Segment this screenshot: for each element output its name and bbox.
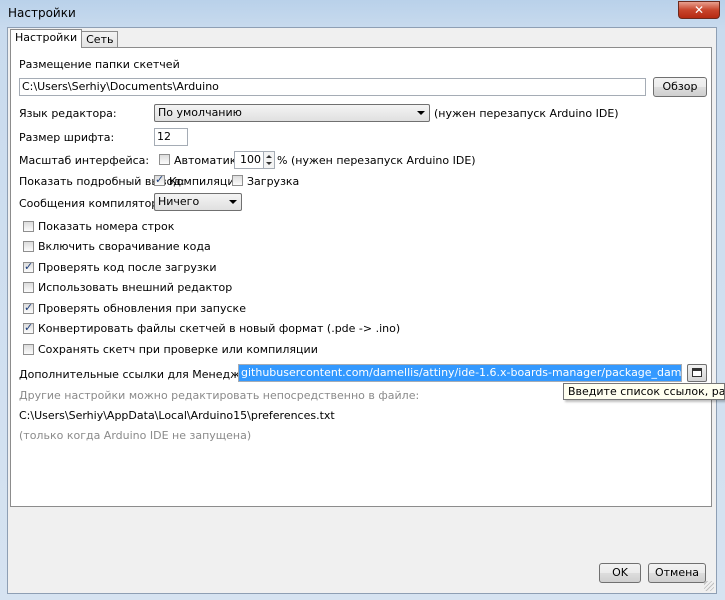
font-size-input[interactable]: 12 <box>154 128 188 146</box>
tab-settings[interactable]: Настройки <box>10 29 83 48</box>
option-label: Включить сворачивание кода <box>38 240 211 253</box>
ok-button[interactable]: OK <box>599 563 641 583</box>
option-label: Использовать внешний редактор <box>38 281 233 294</box>
compiler-warnings-label: Сообщения компилятора: <box>19 197 169 210</box>
verbose-compile-checkbox[interactable] <box>154 173 165 186</box>
auto-scale-checkbox[interactable] <box>159 154 170 165</box>
sketchbook-label: Размещение папки скетчей <box>19 58 180 71</box>
verbose-upload-checkbox[interactable] <box>232 175 243 186</box>
editor-language-value: По умолчанию <box>158 106 242 119</box>
more-settings-label: Другие настройки можно редактировать неп… <box>19 389 420 402</box>
close-button[interactable]: ✕ <box>678 1 720 19</box>
option-checkbox[interactable] <box>23 344 34 355</box>
scale-percent: % <box>277 154 288 167</box>
spinner-up-icon <box>266 155 272 158</box>
option-checkbox[interactable] <box>23 282 34 293</box>
tooltip: Введите список ссылок, разделё <box>563 383 725 400</box>
preferences-note: (только когда Arduino IDE не запущена) <box>19 429 252 442</box>
editor-language-label: Язык редактора: <box>19 107 117 120</box>
interface-scale-note: (нужен перезапуск Arduino IDE) <box>291 154 476 167</box>
window-icon <box>692 368 702 377</box>
font-size-label: Размер шрифта: <box>19 131 115 144</box>
scale-spinner[interactable] <box>263 151 275 169</box>
option-label: Сохранять скетч при проверке или компиля… <box>38 343 318 356</box>
interface-scale-label: Масштаб интерфейса: <box>19 154 150 167</box>
editor-language-select[interactable]: По умолчанию <box>154 104 430 122</box>
window-title: Настройки <box>8 6 76 20</box>
verbose-compile-label: Компиляция <box>169 175 242 188</box>
tab-network[interactable]: Сеть <box>81 31 119 48</box>
option-label: Показать номера строк <box>38 220 175 233</box>
option-label: Проверять код после загрузки <box>38 261 217 274</box>
option-checkbox[interactable] <box>23 221 34 232</box>
option-checkbox[interactable] <box>23 241 34 252</box>
option-label: Конвертировать файлы скетчей в новый фор… <box>38 322 401 335</box>
editor-language-note: (нужен перезапуск Arduino IDE) <box>434 107 619 120</box>
chevron-down-icon <box>417 111 425 115</box>
title-bar[interactable]: Настройки ✕ <box>0 0 725 26</box>
board-urls-value: githubusercontent.com/damellis/attiny/id… <box>239 365 681 381</box>
resize-grip[interactable] <box>704 581 714 591</box>
chevron-down-icon <box>229 200 237 204</box>
compiler-warnings-value: Ничего <box>158 195 200 208</box>
scale-input[interactable]: 100 <box>234 151 264 169</box>
option-label: Проверять обновления при запуске <box>38 302 246 315</box>
compiler-warnings-select[interactable]: Ничего <box>154 193 242 211</box>
spinner-down-icon <box>266 162 272 165</box>
dialog-client: Настройки Сеть Размещение папки скетчей … <box>7 27 717 594</box>
preferences-path: C:\Users\Serhiy\AppData\Local\Arduino15\… <box>19 409 335 422</box>
board-urls-input[interactable]: githubusercontent.com/damellis/attiny/id… <box>238 364 682 382</box>
settings-panel: Размещение папки скетчей C:\Users\Serhiy… <box>10 47 712 507</box>
tab-bar: Настройки Сеть <box>10 29 119 48</box>
verbose-upload-label: Загрузка <box>247 175 300 188</box>
sketchbook-path-input[interactable]: C:\Users\Serhiy\Documents\Arduino <box>19 78 646 96</box>
auto-scale-label: Автоматика <box>174 154 244 167</box>
cancel-button[interactable]: Отмена <box>648 563 706 583</box>
close-icon: ✕ <box>693 3 705 17</box>
option-checkbox[interactable] <box>23 321 34 334</box>
browse-button[interactable]: Обзор <box>653 77 707 97</box>
preferences-window: Настройки ✕ Настройки Сеть Размещение па… <box>0 0 725 600</box>
edit-urls-button[interactable] <box>687 364 707 382</box>
option-checkbox[interactable] <box>23 260 34 273</box>
option-checkbox[interactable] <box>23 301 34 314</box>
